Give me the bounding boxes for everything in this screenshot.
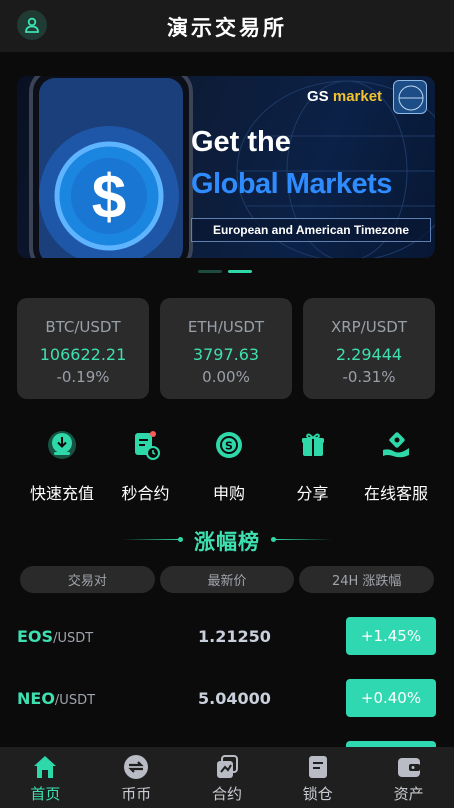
action-label: 秒合约 bbox=[121, 484, 170, 503]
ticker-card-btc[interactable]: BTC/USDT 106622.21 -0.19% bbox=[17, 298, 149, 399]
goldman-seal-icon bbox=[393, 80, 427, 114]
row-change-badge[interactable]: +1.45% bbox=[346, 617, 436, 655]
table-row[interactable]: NEO/USDT 5.04000 +0.40% bbox=[0, 677, 454, 739]
promo-banner[interactable]: $ GS market Get the Global Markets Europ… bbox=[17, 76, 435, 258]
ranking-column-headers: 交易对 最新价 24H 涨跌幅 bbox=[20, 566, 435, 593]
ticker-pair: XRP/USDT bbox=[330, 318, 407, 336]
contract-icon bbox=[129, 428, 163, 462]
ticker-card-eth[interactable]: ETH/USDT 3797.63 0.00% bbox=[160, 298, 292, 399]
home-icon bbox=[32, 754, 58, 780]
banner-line2: Global Markets bbox=[191, 168, 392, 200]
contract-tab-icon bbox=[214, 754, 240, 780]
ticker-pair: ETH/USDT bbox=[187, 318, 265, 336]
ticker-change: 0.00% bbox=[202, 368, 250, 386]
tab-lock[interactable]: 锁仓 bbox=[272, 747, 363, 808]
deposit-icon bbox=[45, 428, 79, 462]
exchange-icon bbox=[123, 754, 149, 780]
column-header-pair[interactable]: 交易对 bbox=[20, 566, 155, 593]
tab-label: 合约 bbox=[211, 785, 242, 803]
ticker-price: 3797.63 bbox=[192, 345, 260, 364]
banner-brand-market: market bbox=[332, 88, 383, 105]
divider bbox=[274, 539, 332, 540]
bottom-tab-bar: 首页 币币 合约 锁仓 资产 bbox=[0, 747, 454, 808]
quick-actions: 快速充值 秒合约 S 申购 分享 在线客服 bbox=[0, 428, 454, 504]
ranking-list: EOS/USDT 1.21250 +1.45% NEO/USDT 5.04000… bbox=[0, 615, 454, 739]
action-support[interactable]: 在线客服 bbox=[356, 428, 436, 504]
ticker-cards: BTC/USDT 106622.21 -0.19% ETH/USDT 3797.… bbox=[17, 298, 437, 399]
divider bbox=[122, 539, 180, 540]
banner-line1: Get the bbox=[191, 126, 291, 158]
table-row[interactable]: EOS/USDT 1.21250 +1.45% bbox=[0, 615, 454, 677]
row-pair: NEO/USDT bbox=[17, 689, 95, 708]
row-price: 1.21250 bbox=[198, 627, 271, 646]
ticker-change: -0.31% bbox=[342, 368, 396, 386]
row-base: EOS bbox=[17, 627, 54, 646]
column-header-price[interactable]: 最新价 bbox=[159, 566, 295, 593]
ticker-price: 2.29444 bbox=[335, 345, 403, 364]
ticker-price: 106622.21 bbox=[39, 345, 127, 364]
wallet-icon bbox=[396, 754, 422, 780]
row-pair: EOS/USDT bbox=[17, 627, 93, 646]
ranking-heading: 涨幅榜 bbox=[0, 526, 454, 556]
ticker-pair: BTC/USDT bbox=[45, 318, 121, 336]
support-icon bbox=[379, 428, 413, 462]
tab-label: 资产 bbox=[393, 785, 424, 803]
tab-label: 锁仓 bbox=[302, 785, 333, 803]
banner-subtitle: European and American Timezone bbox=[191, 218, 431, 242]
ticker-card-xrp[interactable]: XRP/USDT 2.29444 -0.31% bbox=[303, 298, 435, 399]
tab-home[interactable]: 首页 bbox=[0, 747, 91, 808]
tab-exchange[interactable]: 币币 bbox=[91, 747, 182, 808]
column-header-change[interactable]: 24H 涨跌幅 bbox=[299, 566, 435, 593]
banner-brand: GS market bbox=[307, 88, 382, 105]
row-quote: /USDT bbox=[54, 693, 96, 708]
row-change-badge[interactable]: +0.40% bbox=[346, 679, 436, 717]
action-subscribe[interactable]: S 申购 bbox=[189, 428, 269, 504]
banner-dot[interactable] bbox=[198, 270, 222, 273]
tab-label: 币币 bbox=[121, 785, 152, 803]
ranking-title: 涨幅榜 bbox=[194, 530, 260, 554]
action-label: 分享 bbox=[296, 484, 329, 503]
action-label: 在线客服 bbox=[363, 484, 428, 503]
svg-text:$: $ bbox=[92, 163, 126, 232]
banner-pagination bbox=[198, 270, 252, 273]
action-deposit[interactable]: 快速充值 bbox=[22, 428, 102, 504]
page-title: 演示交易所 bbox=[167, 16, 287, 40]
gift-icon bbox=[296, 428, 330, 462]
action-label: 快速充值 bbox=[29, 484, 94, 503]
app-header: 演示交易所 bbox=[0, 0, 454, 52]
row-quote: /USDT bbox=[53, 631, 94, 646]
row-base: NEO bbox=[17, 689, 55, 708]
divider-dot bbox=[178, 537, 183, 542]
tab-label: 首页 bbox=[30, 785, 61, 803]
action-share[interactable]: 分享 bbox=[273, 428, 353, 504]
banner-dot-active[interactable] bbox=[228, 270, 252, 273]
ticker-change: -0.19% bbox=[56, 368, 110, 386]
banner-brand-gs: GS bbox=[307, 88, 329, 105]
tab-contract[interactable]: 合约 bbox=[182, 747, 273, 808]
action-second-contract[interactable]: 秒合约 bbox=[106, 428, 186, 504]
subscribe-icon: S bbox=[212, 428, 246, 462]
tab-assets[interactable]: 资产 bbox=[363, 747, 454, 808]
action-label: 申购 bbox=[212, 484, 245, 503]
lock-icon bbox=[305, 754, 331, 780]
row-price: 5.04000 bbox=[198, 689, 271, 708]
svg-text:S: S bbox=[225, 440, 233, 453]
